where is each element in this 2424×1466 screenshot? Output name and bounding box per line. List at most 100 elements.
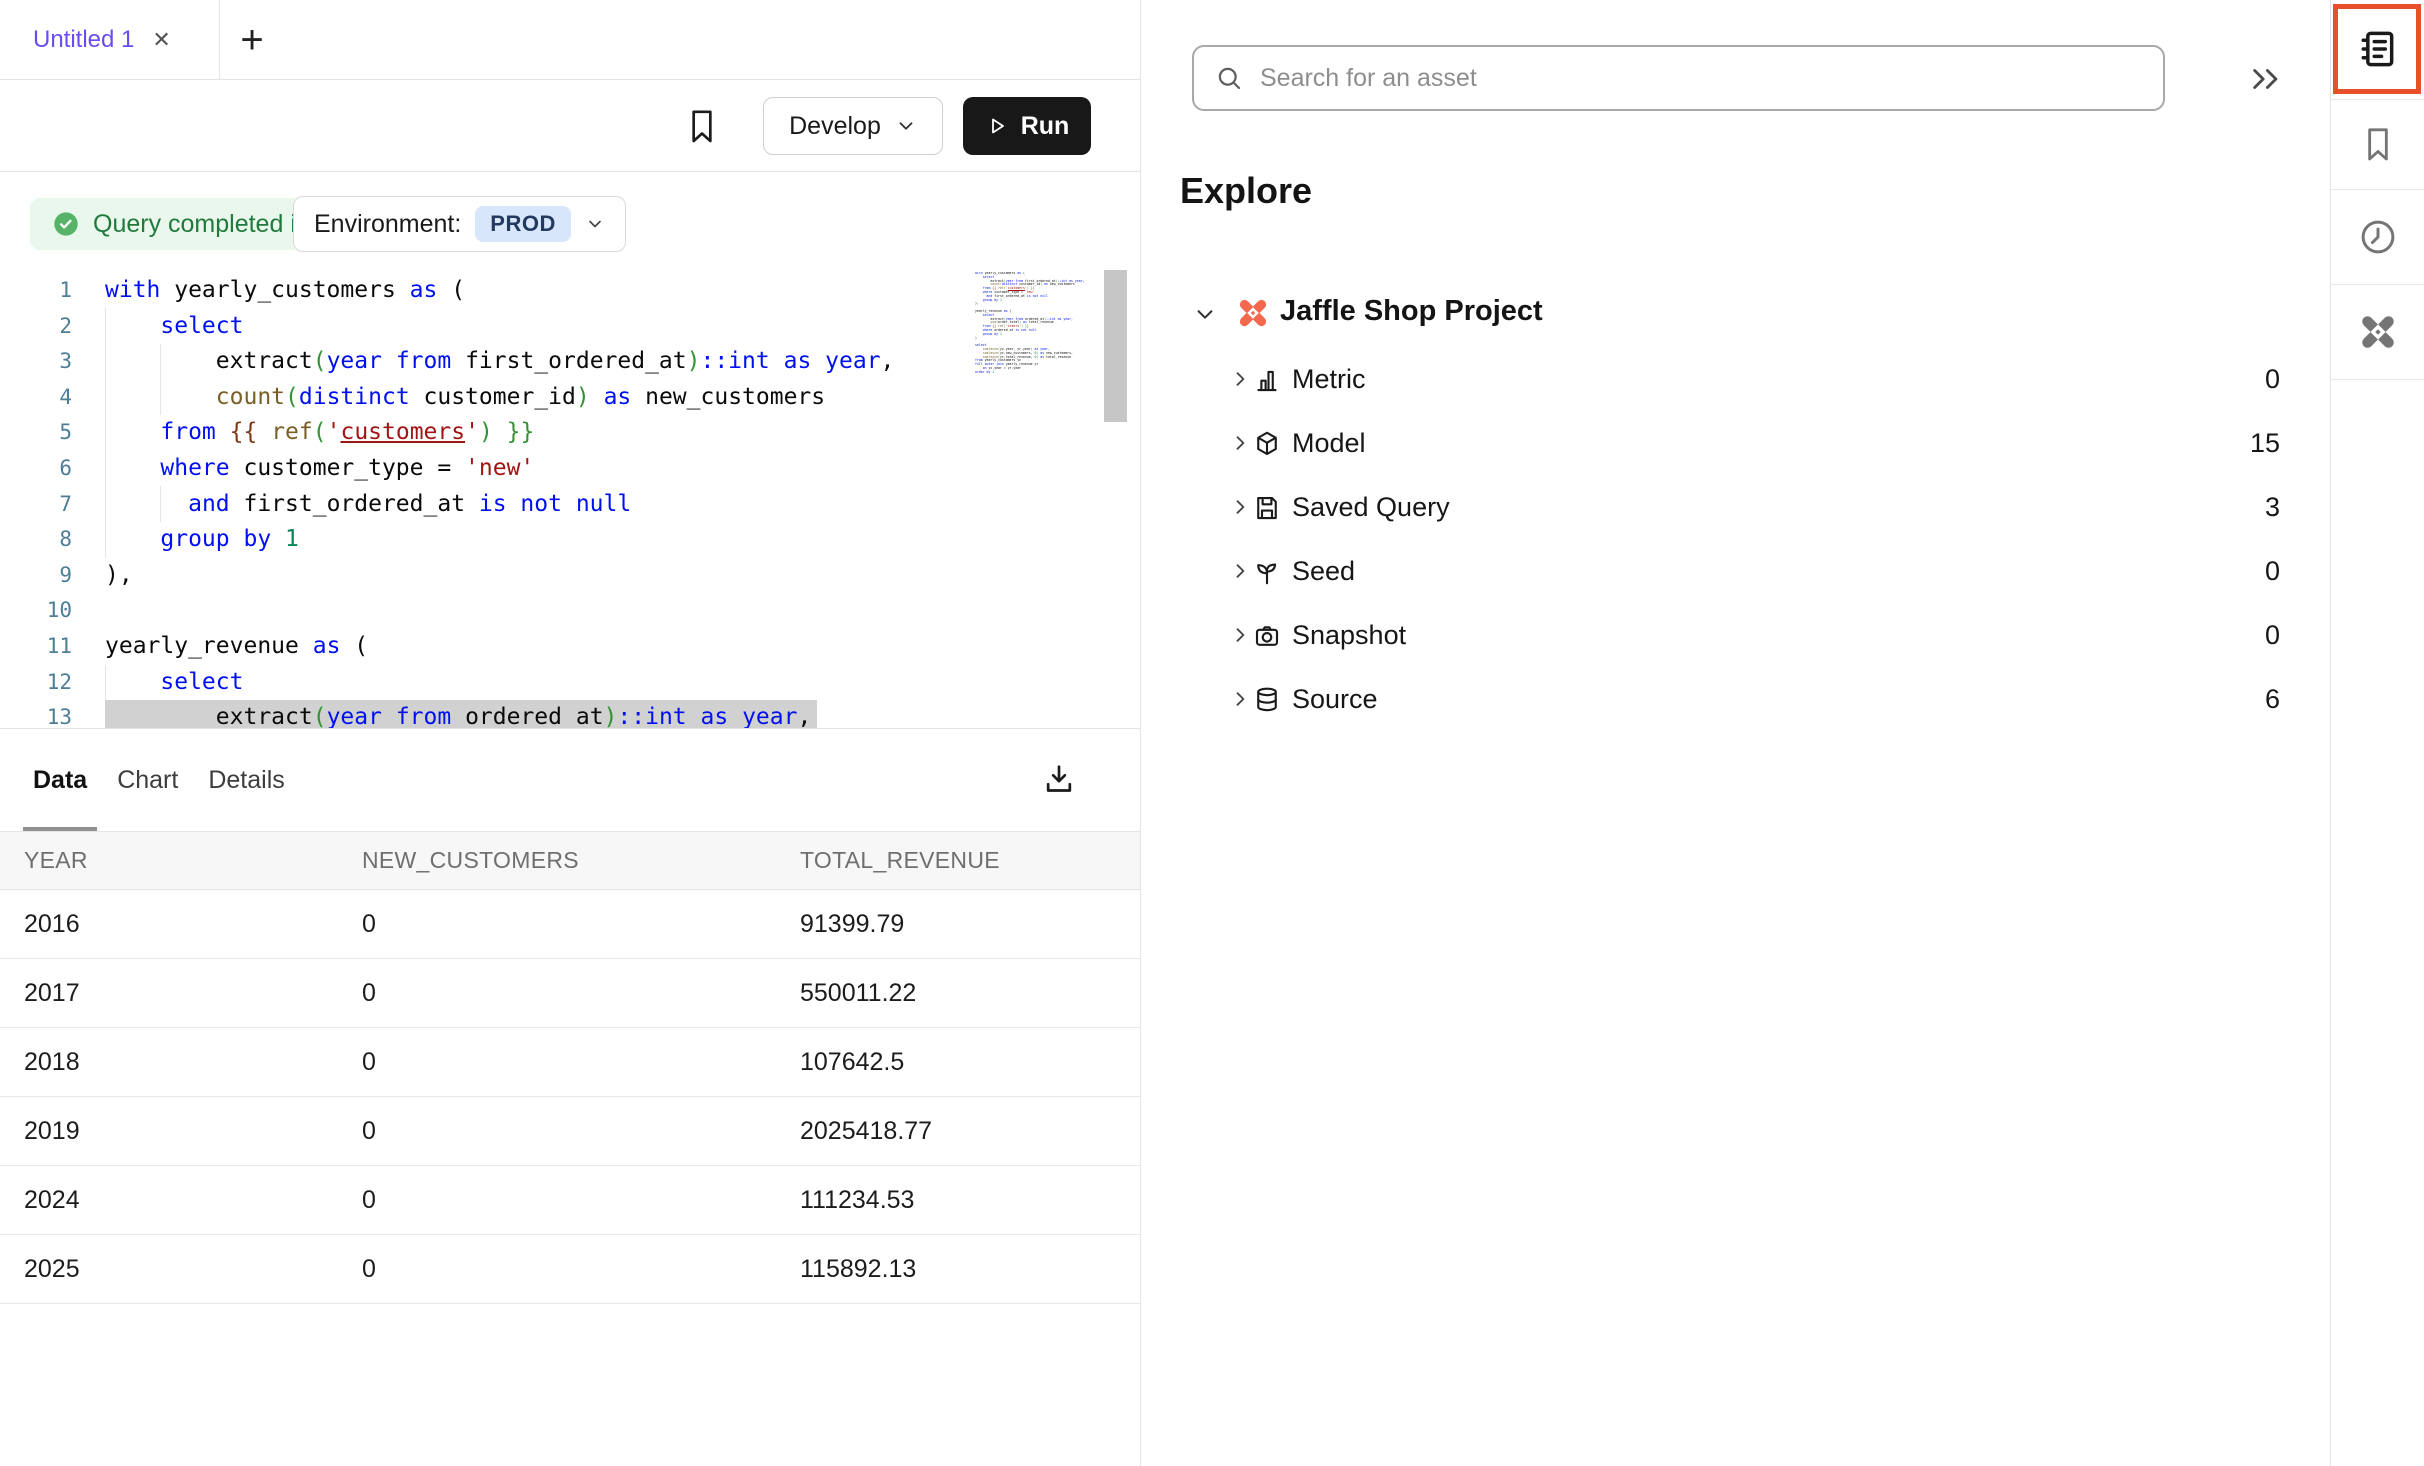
history-panel-button[interactable] — [2331, 193, 2424, 281]
tab-untitled-1[interactable]: Untitled 1 ✕ — [0, 0, 220, 80]
column-header: TOTAL_REVENUE — [800, 847, 1140, 874]
catalog-icon — [2355, 27, 2399, 71]
download-icon[interactable] — [1039, 760, 1079, 800]
results-table-body: 2016091399.7920170550011.2220180107642.5… — [0, 890, 1140, 1304]
project-tree-item[interactable]: Jaffle Shop Project — [1180, 291, 2330, 335]
code-line[interactable]: extract(year from ordered_at)::int as ye… — [105, 700, 967, 728]
code-line[interactable]: select — [105, 309, 967, 345]
collapse-panel-icon[interactable] — [2246, 62, 2290, 96]
table-row[interactable]: 201902025418.77 — [0, 1097, 1140, 1166]
rail-separator — [2331, 284, 2424, 285]
panel-divider[interactable] — [1140, 0, 1141, 1466]
line-number: 13 — [0, 700, 72, 728]
chevron-right-icon[interactable] — [1230, 369, 1250, 394]
code-line[interactable] — [105, 593, 967, 629]
table-row[interactable]: 2016091399.79 — [0, 890, 1140, 959]
code-line[interactable]: where customer_type = 'new' — [105, 451, 967, 487]
code-line[interactable]: group by 1 — [105, 522, 967, 558]
line-number: 11 — [0, 629, 72, 665]
line-number: 7 — [0, 487, 72, 523]
rail-separator — [2331, 189, 2424, 190]
table-cell: 2018 — [24, 1048, 362, 1077]
search-input[interactable] — [1260, 64, 2143, 93]
tree-item-model[interactable]: Model15 — [1180, 412, 2330, 476]
table-cell: 0 — [362, 1186, 800, 1215]
line-number-gutter: 1234567891011121314151617181920212223242… — [0, 273, 72, 728]
code-line[interactable]: and first_ordered_at is not null — [105, 487, 967, 523]
tree-item-source[interactable]: Source6 — [1180, 668, 2330, 732]
query-status-bar: Query completed in 4s Environment: PROD — [0, 172, 1140, 265]
tree-item-metric[interactable]: Metric0 — [1180, 348, 2330, 412]
close-tab-icon[interactable]: ✕ — [152, 27, 170, 53]
code-line[interactable]: select — [105, 665, 967, 701]
table-cell: 2024 — [24, 1186, 362, 1215]
develop-dropdown[interactable]: Develop — [763, 97, 943, 155]
metric-icon — [1252, 365, 1282, 400]
line-number: 5 — [0, 415, 72, 451]
tree-item-count: 3 — [2265, 492, 2280, 523]
table-row[interactable]: 20240111234.53 — [0, 1166, 1140, 1235]
table-cell: 2025418.77 — [800, 1117, 1140, 1146]
catalog-panel-button[interactable] — [2333, 4, 2421, 94]
chevron-right-icon[interactable] — [1230, 561, 1250, 586]
chevron-right-icon[interactable] — [1230, 625, 1250, 650]
dbt-ide-window: Untitled 1 ✕ + Develop Run Query com — [0, 0, 2424, 1466]
code-line[interactable]: from {{ ref('customers') }} — [105, 415, 967, 451]
table-cell: 115892.13 — [800, 1255, 1140, 1284]
model-icon — [1252, 429, 1282, 464]
snapshot-icon — [1252, 621, 1282, 656]
code-line[interactable]: yearly_revenue as ( — [105, 629, 967, 665]
asset-search-box[interactable] — [1192, 45, 2165, 111]
bookmark-icon[interactable] — [682, 106, 722, 146]
chevron-down-icon[interactable] — [1194, 303, 1216, 330]
dbt-copilot-panel-button[interactable] — [2331, 288, 2424, 376]
line-number: 8 — [0, 522, 72, 558]
table-row[interactable]: 20250115892.13 — [0, 1235, 1140, 1304]
chevron-right-icon[interactable] — [1230, 433, 1250, 458]
table-cell: 2017 — [24, 979, 362, 1008]
run-label: Run — [1021, 112, 1070, 141]
editor-tab-bar: Untitled 1 ✕ + — [0, 0, 1140, 80]
search-icon — [1214, 63, 1244, 93]
table-cell: 91399.79 — [800, 910, 1140, 939]
tree-item-count: 6 — [2265, 684, 2280, 715]
environment-value-badge: PROD — [475, 206, 571, 242]
clock-icon — [2357, 216, 2399, 258]
results-tab-chart[interactable]: Chart — [117, 729, 178, 831]
table-row[interactable]: 20180107642.5 — [0, 1028, 1140, 1097]
tree-item-snapshot[interactable]: Snapshot0 — [1180, 604, 2330, 668]
table-row[interactable]: 20170550011.22 — [0, 959, 1140, 1028]
table-cell: 0 — [362, 1117, 800, 1146]
minimap-line: order by 1 — [975, 371, 1101, 375]
project-name: Jaffle Shop Project — [1280, 295, 1543, 328]
bookmark-icon — [2358, 124, 2398, 164]
code-line[interactable]: with yearly_customers as ( — [105, 273, 967, 309]
results-tab-details[interactable]: Details — [208, 729, 284, 831]
run-button[interactable]: Run — [963, 97, 1091, 155]
code-line[interactable]: ), — [105, 558, 967, 594]
bookmarks-panel-button[interactable] — [2331, 100, 2424, 188]
results-tab-data[interactable]: Data — [33, 729, 87, 831]
code-content[interactable]: with yearly_customers as ( select extrac… — [105, 273, 967, 728]
editor-scrollbar[interactable] — [1104, 270, 1127, 422]
tree-item-seed[interactable]: Seed0 — [1180, 540, 2330, 604]
line-number: 3 — [0, 344, 72, 380]
tree-item-count: 15 — [2250, 428, 2280, 459]
code-line[interactable]: count(distinct customer_id) as new_custo… — [105, 380, 967, 416]
tree-item-saved-query[interactable]: Saved Query3 — [1180, 476, 2330, 540]
line-number: 6 — [0, 451, 72, 487]
explore-heading: Explore — [1180, 170, 1312, 212]
tab-title: Untitled 1 — [33, 26, 134, 54]
tree-item-label: Snapshot — [1292, 620, 1406, 651]
table-cell: 550011.22 — [800, 979, 1140, 1008]
source-icon — [1252, 685, 1282, 720]
environment-dropdown[interactable]: Environment: PROD — [293, 196, 626, 252]
chevron-right-icon[interactable] — [1230, 689, 1250, 714]
new-tab-button[interactable]: + — [228, 0, 276, 80]
editor-minimap[interactable]: with yearly_customers as ( select extrac… — [975, 272, 1101, 722]
sql-code-editor[interactable]: 1234567891011121314151617181920212223242… — [0, 265, 1140, 728]
code-line[interactable]: extract(year from first_ordered_at)::int… — [105, 344, 967, 380]
right-icon-rail — [2331, 0, 2424, 1466]
table-cell: 0 — [362, 910, 800, 939]
chevron-right-icon[interactable] — [1230, 497, 1250, 522]
